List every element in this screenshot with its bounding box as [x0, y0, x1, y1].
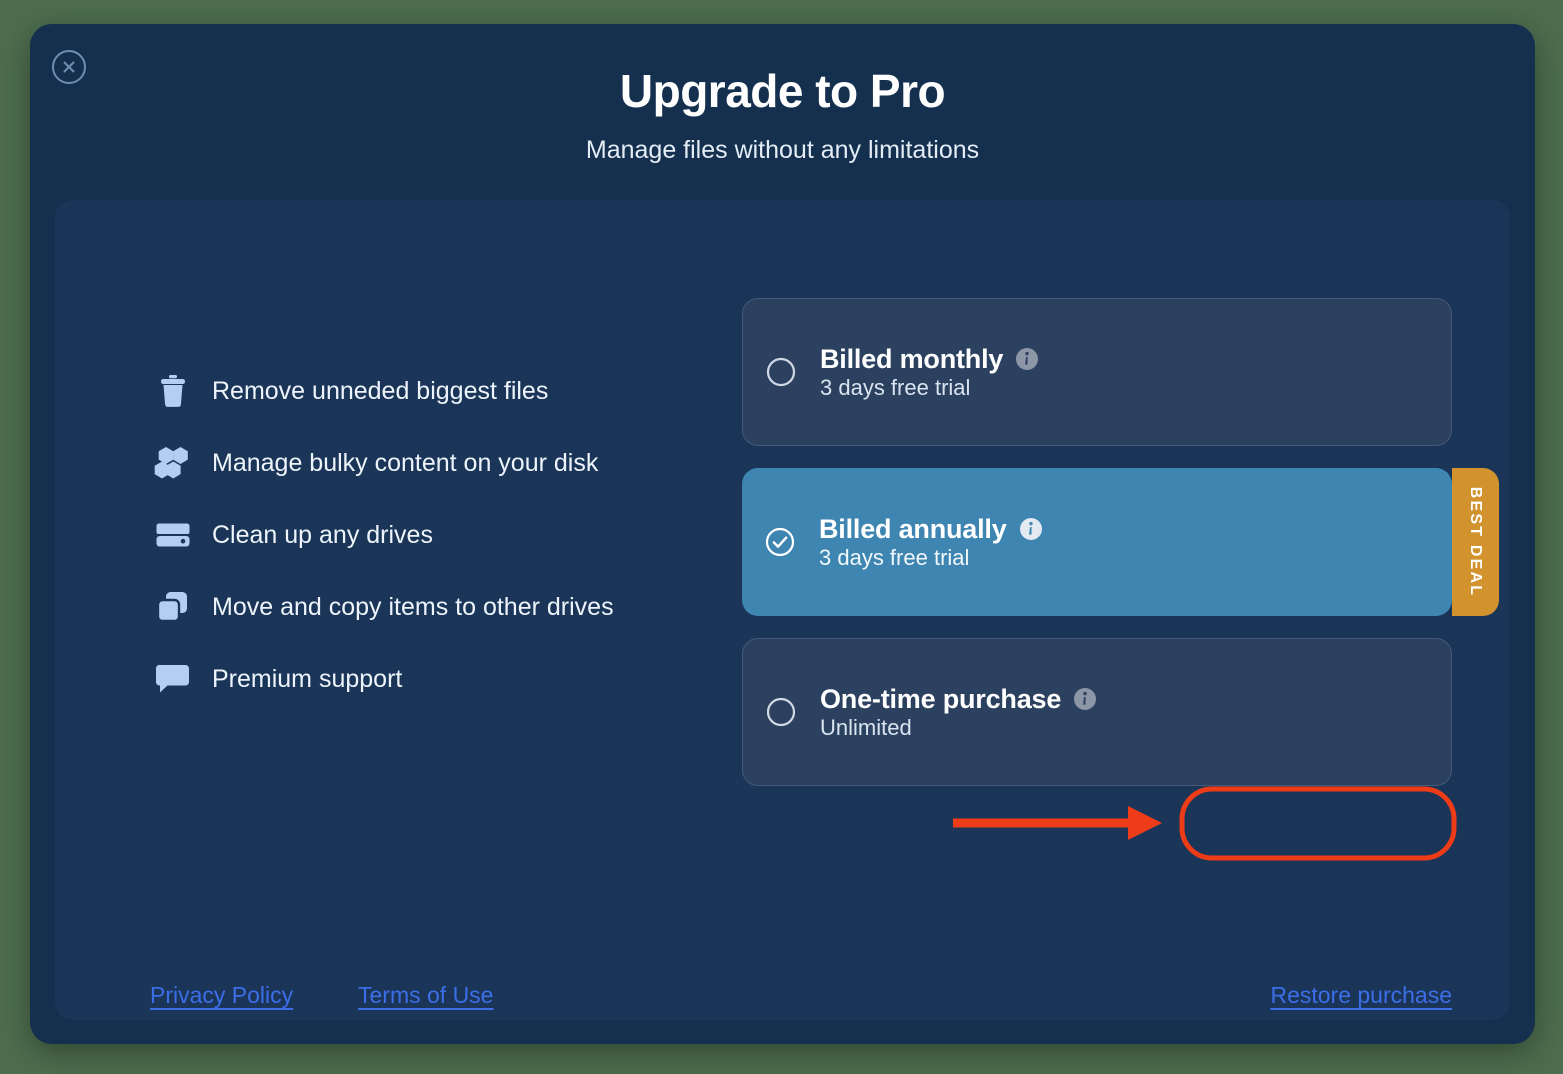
plan-title: Billed annually — [819, 513, 1007, 544]
list-item-label: Move and copy items to other drives — [212, 592, 614, 621]
list-item-label: Clean up any drives — [212, 520, 433, 549]
plan-title: One-time purchase — [820, 683, 1062, 714]
plan-title-row: One-time purchase — [820, 684, 1097, 715]
page-subtitle: Manage files without any limitations — [585, 136, 980, 165]
radio-unselected-icon[interactable] — [766, 357, 796, 387]
list-item: Move and copy items to other drives — [150, 571, 730, 643]
plan-title-row: Billed monthly — [820, 344, 1039, 375]
feature-list: Remove unneded biggest files Manage bulk… — [150, 355, 730, 715]
list-item: Remove unneded biggest files — [150, 355, 730, 427]
list-item-label: Remove unneded biggest files — [212, 376, 549, 405]
plan-option-one-time-purchase[interactable]: One-time purchase Unlimited — [742, 638, 1452, 786]
best-deal-label: BEST DEAL — [1467, 486, 1485, 598]
list-item: Manage bulky content on your disk — [150, 427, 730, 499]
plan-options: Billed monthly 3 days free trial Billed … — [742, 298, 1499, 808]
info-icon[interactable] — [1019, 517, 1043, 541]
status-badge: BEST DEAL — [1452, 468, 1499, 616]
dialog-header: Upgrade to Pro Manage files without any … — [30, 64, 1535, 165]
info-icon[interactable] — [1015, 347, 1039, 371]
plan-title: Billed monthly — [820, 343, 1004, 374]
copy-icon — [150, 587, 196, 627]
hexagons-icon — [150, 443, 196, 483]
plan-option-billed-annually[interactable]: Billed annually 3 days free trial BEST D… — [742, 468, 1499, 616]
radio-unselected-icon[interactable] — [766, 697, 796, 727]
list-item-label: Manage bulky content on your disk — [212, 448, 599, 477]
plan-text: One-time purchase Unlimited — [820, 684, 1097, 741]
plan-text: Billed monthly 3 days free trial — [820, 344, 1039, 401]
page-title: Upgrade to Pro — [619, 65, 946, 117]
footer-links: Privacy Policy Terms of Use Restore purc… — [110, 968, 1510, 1028]
info-icon[interactable] — [1073, 687, 1097, 711]
chat-bubble-icon — [150, 659, 196, 699]
privacy-policy-link[interactable]: Privacy Policy — [150, 982, 293, 1009]
list-item: Clean up any drives — [150, 499, 730, 571]
list-item: Premium support — [150, 643, 730, 715]
terms-of-use-link[interactable]: Terms of Use — [358, 982, 493, 1009]
plan-subtitle: 3 days free trial — [819, 544, 970, 570]
drive-icon — [150, 515, 196, 555]
plan-text: Billed annually 3 days free trial — [819, 514, 1043, 571]
list-item-label: Premium support — [212, 664, 403, 693]
plan-option-billed-monthly[interactable]: Billed monthly 3 days free trial — [742, 298, 1452, 446]
content-panel: Remove unneded biggest files Manage bulk… — [55, 200, 1510, 1020]
plan-subtitle: 3 days free trial — [820, 374, 971, 400]
radio-selected-check-icon[interactable] — [765, 527, 795, 557]
trash-icon — [150, 371, 196, 411]
close-icon[interactable] — [52, 50, 86, 84]
restore-purchase-link[interactable]: Restore purchase — [1270, 982, 1452, 1009]
upgrade-dialog-window: Upgrade to Pro Manage files without any … — [30, 24, 1535, 1044]
plan-title-row: Billed annually — [819, 514, 1043, 545]
plan-subtitle: Unlimited — [820, 714, 912, 740]
